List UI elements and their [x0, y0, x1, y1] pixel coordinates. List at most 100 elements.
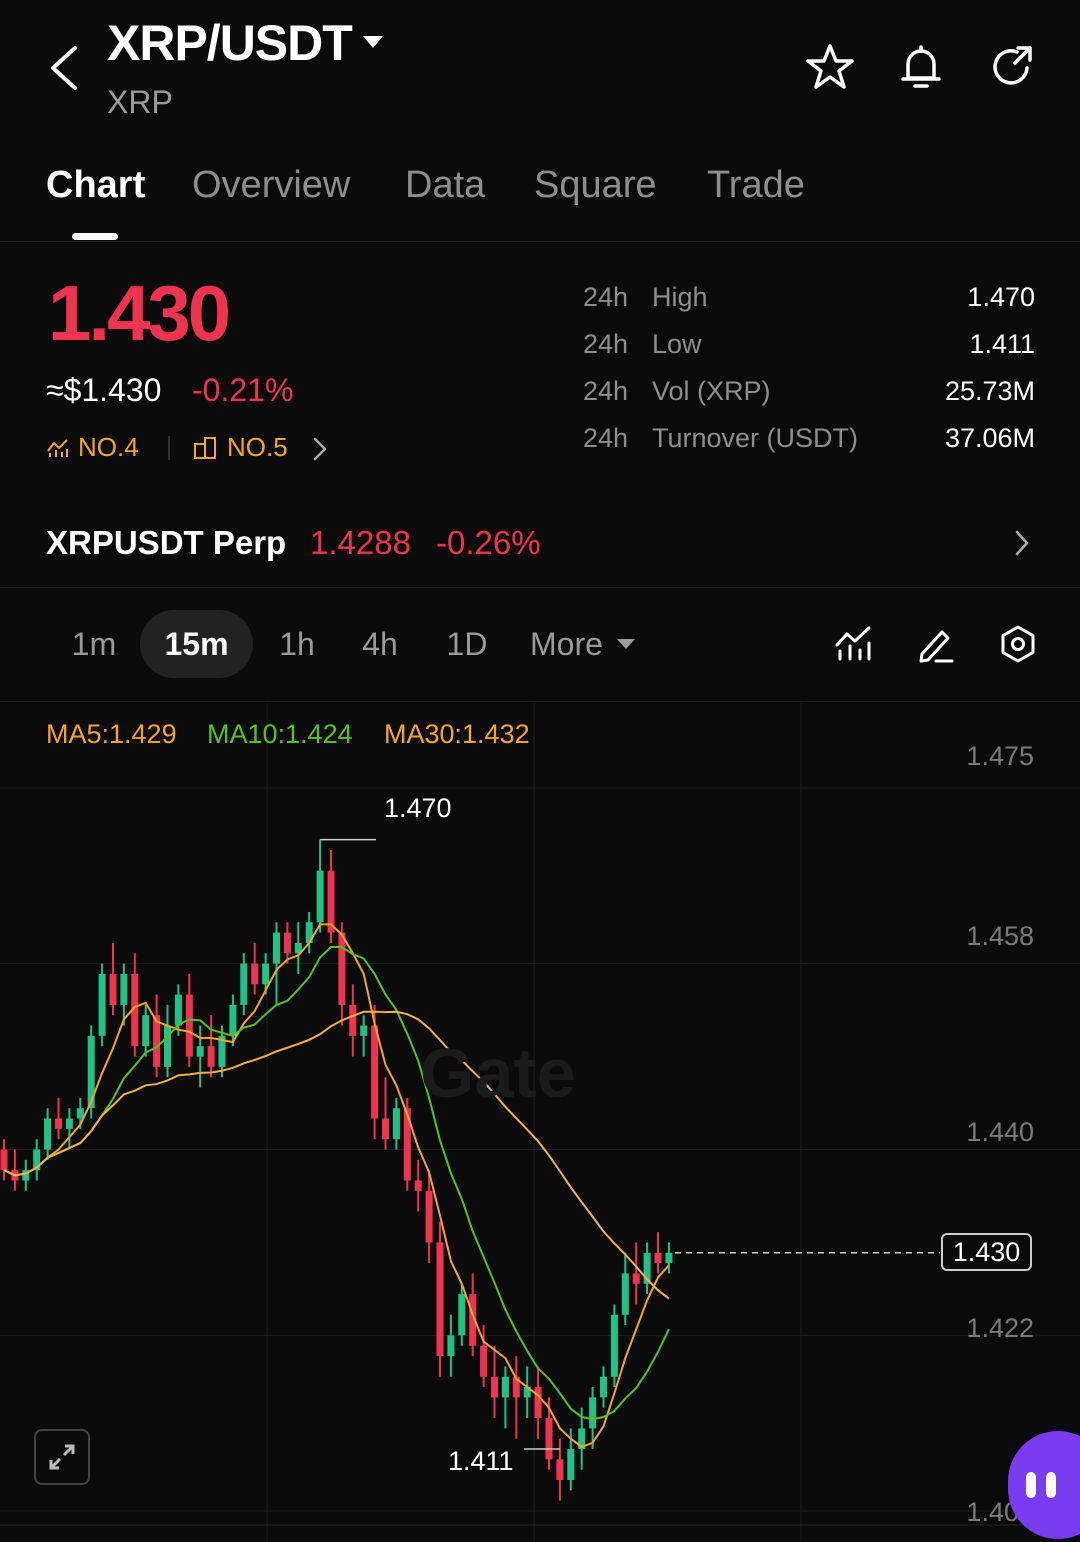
assistant-eye	[1046, 1472, 1056, 1498]
ma10-legend: MA10:1.424	[207, 719, 353, 749]
refresh-icon[interactable]	[985, 40, 1039, 94]
interval-more[interactable]: More	[530, 610, 650, 678]
settings-icon[interactable]	[992, 618, 1044, 670]
candle-body	[501, 1376, 509, 1398]
candle-body	[534, 1387, 542, 1419]
candle-body	[251, 963, 259, 985]
candle-body	[338, 932, 346, 1005]
candle-body	[600, 1376, 607, 1398]
tab-data[interactable]: Data	[405, 164, 485, 207]
caret-down-icon	[616, 639, 635, 649]
ma5-legend: MA5:1.429	[46, 719, 177, 749]
interval-1d[interactable]: 1D	[432, 610, 502, 678]
caret-down-icon[interactable]	[360, 32, 386, 52]
stat-period: 24h	[583, 329, 629, 359]
tab-trade[interactable]: Trade	[707, 164, 805, 207]
candle-body	[316, 870, 324, 923]
chevron-right-icon[interactable]	[306, 434, 334, 464]
draw-icon[interactable]	[910, 618, 962, 670]
interval-1m[interactable]: 1m	[58, 610, 130, 678]
tab-bar: Chart Overview Data Square Trade	[0, 150, 1080, 242]
market-rank-label: NO.4	[78, 432, 139, 462]
candle-body	[371, 1025, 379, 1119]
y-axis-label: 1.458	[966, 921, 1034, 951]
candle-body	[589, 1397, 597, 1429]
candle-body	[120, 973, 128, 1005]
back-arrow-icon[interactable]	[40, 40, 88, 96]
candle-body	[55, 1118, 62, 1129]
ma30-legend: MA30:1.432	[384, 719, 530, 749]
candle-body	[556, 1459, 564, 1481]
stat-label: Low	[652, 329, 702, 359]
candle-body	[174, 994, 182, 1026]
rank-chart-icon	[47, 438, 68, 457]
candle-body	[447, 1335, 455, 1357]
interval-15m[interactable]: 15m	[140, 610, 253, 678]
tab-square[interactable]: Square	[534, 164, 657, 207]
sector-rank[interactable]: NO.5	[193, 432, 288, 463]
candle-body	[414, 1180, 422, 1191]
candle-body	[76, 1108, 84, 1119]
candle-body	[621, 1273, 629, 1315]
candlestick-chart[interactable]: Gate MA5:1.429 MA10:1.424 MA30:1.432 1.4…	[0, 703, 1080, 1542]
stat-value: 25.73M	[944, 376, 1035, 406]
interval-4h[interactable]: 4h	[345, 610, 415, 678]
perp-row[interactable]: XRPUSDT Perp 1.4288 -0.26%	[0, 500, 1080, 588]
header: XRP/USDT XRP	[0, 0, 1080, 140]
stat-value: 1.411	[969, 329, 1035, 359]
candle-body	[382, 1118, 389, 1140]
y-axis-label: 1.475	[966, 741, 1034, 771]
chart-canvas	[0, 703, 1080, 1542]
candle-body	[240, 963, 248, 1005]
interval-1h[interactable]: 1h	[262, 610, 332, 678]
low-marker-label: 1.411	[448, 1446, 514, 1476]
candle-body	[545, 1418, 553, 1460]
candle-body	[349, 1004, 357, 1036]
stat-row-high: 24h High 1.470	[583, 282, 1035, 329]
candle-body	[327, 870, 335, 933]
candle-body	[142, 1015, 150, 1047]
stat-row-volume: 24h Vol (XRP) 25.73M	[583, 376, 1035, 423]
divider	[168, 436, 170, 460]
tab-overview[interactable]: Overview	[192, 164, 350, 207]
market-rank[interactable]: NO.4	[46, 432, 139, 463]
stat-row-turnover: 24h Turnover (USDT) 37.06M	[583, 423, 1035, 470]
pair-subtitle: XRP	[107, 84, 173, 120]
candle-body	[480, 1345, 488, 1377]
stat-value: 37.06M	[944, 423, 1035, 453]
pair-title[interactable]: XRP/USDT	[107, 14, 353, 72]
candle-body	[44, 1118, 52, 1150]
assistant-eye	[1026, 1472, 1036, 1498]
candle-body	[283, 932, 291, 954]
sector-icon	[194, 436, 216, 459]
stat-period: 24h	[583, 423, 629, 453]
bell-icon[interactable]	[894, 40, 948, 94]
tab-active-indicator	[72, 233, 118, 240]
stat-period: 24h	[583, 376, 629, 406]
y-axis-label: 1.422	[966, 1313, 1034, 1343]
candle-body	[273, 932, 280, 964]
watermark: Gate	[420, 1034, 576, 1112]
stat-label: Turnover (USDT)	[652, 423, 859, 453]
candle-body	[0, 1149, 8, 1171]
candle-body	[229, 1004, 237, 1036]
stat-label: High	[652, 282, 708, 312]
current-price-tag: 1.430	[941, 1233, 1032, 1271]
sector-rank-label: NO.5	[227, 432, 288, 462]
candle-body	[207, 1046, 215, 1067]
star-icon[interactable]	[803, 40, 857, 94]
tab-chart[interactable]: Chart	[46, 164, 145, 207]
perp-name: XRPUSDT Perp	[46, 524, 287, 561]
price-change: -0.21%	[192, 372, 294, 408]
stat-label: Vol (XRP)	[652, 376, 771, 406]
usd-price: ≈$1.430	[46, 372, 162, 408]
stats-24h: 24h High 1.470 24h Low 1.411 24h Vol (XR…	[583, 282, 1035, 470]
indicator-icon[interactable]	[828, 618, 880, 670]
candle-body	[610, 1314, 618, 1377]
expand-icon[interactable]	[34, 1429, 90, 1485]
last-price: 1.430	[48, 269, 231, 357]
candle-body	[98, 973, 106, 1036]
interval-more-label: More	[530, 625, 603, 662]
candle-body	[632, 1273, 640, 1284]
perp-price: 1.4288	[310, 524, 411, 561]
